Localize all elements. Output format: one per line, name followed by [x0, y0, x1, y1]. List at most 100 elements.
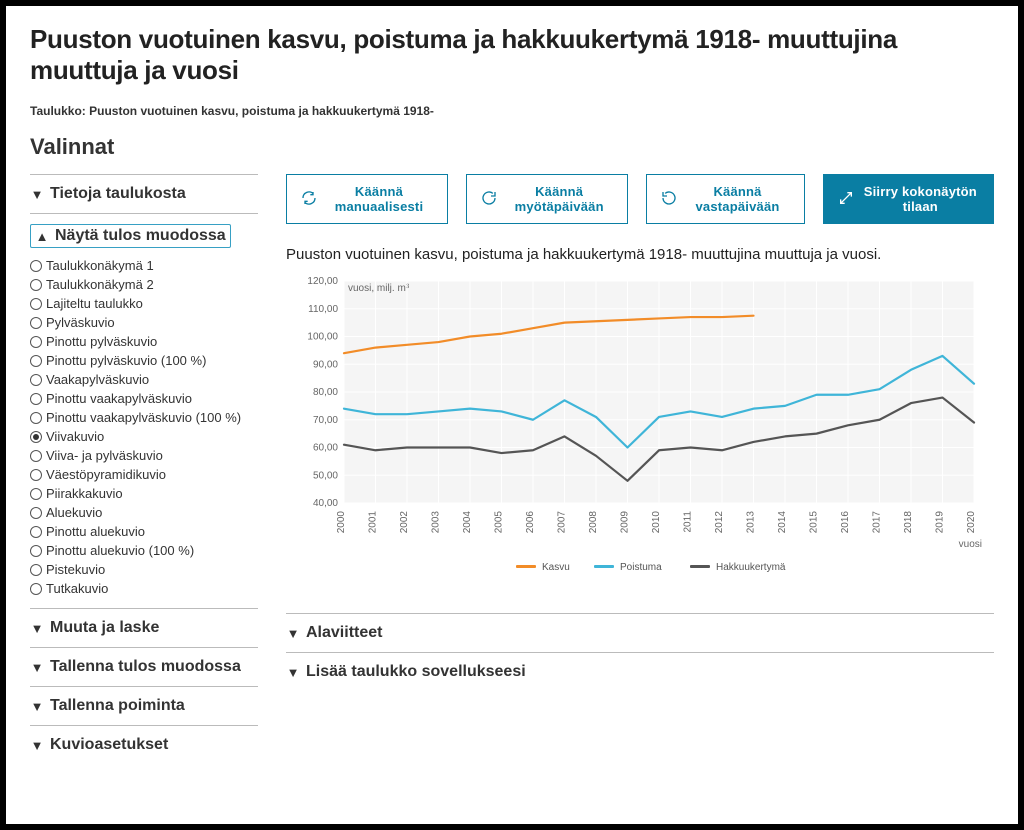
view-option[interactable]: Taulukkonäkymä 2 — [30, 275, 258, 294]
svg-text:2018: 2018 — [903, 511, 914, 534]
accordion-label: Tallenna tulos muodossa — [50, 658, 241, 676]
radio-icon — [30, 374, 42, 386]
rotate-cw-button[interactable]: Käännä myötäpäivään — [466, 174, 628, 224]
chevron-down-icon: ▼ — [30, 660, 44, 675]
radio-icon — [30, 507, 42, 519]
accordion-header[interactable]: ▲Näytä tulos muodossa — [30, 224, 231, 248]
view-option[interactable]: Pinottu pylväskuvio (100 %) — [30, 351, 258, 370]
accordion-label: Kuvioasetukset — [50, 736, 168, 754]
chart-toolbar: Käännä manuaalisesti Käännä myötäpäivään… — [286, 174, 994, 224]
accordion-header[interactable]: ▼ Kuvioasetukset — [30, 736, 258, 754]
rotate-ccw-button[interactable]: Käännä vastapäivään — [646, 174, 804, 224]
view-option[interactable]: Viiva- ja pylväskuvio — [30, 446, 258, 465]
view-option[interactable]: Tutkakuvio — [30, 579, 258, 598]
view-option-label: Taulukkonäkymä 2 — [46, 277, 154, 292]
view-option-label: Pinottu pylväskuvio (100 %) — [46, 353, 206, 368]
svg-text:2011: 2011 — [683, 511, 694, 533]
view-option-label: Lajiteltu taulukko — [46, 296, 143, 311]
radio-icon — [30, 260, 42, 272]
view-option[interactable]: Pinottu pylväskuvio — [30, 332, 258, 351]
chart-title: Puuston vuotuinen kasvu, poistuma ja hak… — [286, 246, 994, 263]
svg-text:2004: 2004 — [462, 511, 473, 534]
svg-text:70,00: 70,00 — [313, 415, 338, 426]
footnotes-toggle[interactable]: ▼ Alaviitteet — [286, 624, 994, 642]
chevron-up-icon: ▲ — [35, 229, 49, 244]
accordion-header[interactable]: ▼ Tallenna poiminta — [30, 697, 258, 715]
view-option-label: Pylväskuvio — [46, 315, 115, 330]
svg-text:2001: 2001 — [368, 511, 379, 534]
embed-toggle[interactable]: ▼ Lisää taulukko sovellukseesi — [286, 663, 994, 681]
sidebar: ▼ Tietoja taulukosta ▲Näytä tulos muodossa… — [30, 174, 258, 764]
svg-text:2016: 2016 — [840, 511, 851, 534]
view-option[interactable]: Pinottu aluekuvio — [30, 522, 258, 541]
radio-icon — [30, 393, 42, 405]
radio-icon — [30, 431, 42, 443]
chevron-down-icon: ▼ — [286, 626, 300, 641]
svg-text:120,00: 120,00 — [307, 276, 338, 287]
view-option-label: Piirakkakuvio — [46, 486, 123, 501]
svg-text:2012: 2012 — [714, 511, 725, 534]
rotate-cw-icon — [481, 190, 497, 209]
chevron-down-icon: ▼ — [30, 699, 44, 714]
accordion-header[interactable]: ▼Muuta ja laske — [30, 619, 258, 637]
view-option[interactable]: Aluekuvio — [30, 503, 258, 522]
svg-text:Hakkuukertymä: Hakkuukertymä — [716, 562, 786, 573]
radio-icon — [30, 526, 42, 538]
expand-icon — [838, 190, 854, 209]
view-option-label: Pinottu pylväskuvio — [46, 334, 157, 349]
accordion-header[interactable]: ▼ Tietoja taulukosta — [30, 185, 258, 203]
view-option[interactable]: Pinottu vaakapylväskuvio (100 %) — [30, 408, 258, 427]
accordion-label: Tallenna poiminta — [50, 697, 185, 715]
svg-text:2003: 2003 — [431, 511, 442, 534]
main-panel: Käännä manuaalisesti Käännä myötäpäivään… — [286, 174, 994, 764]
radio-icon — [30, 545, 42, 557]
view-option[interactable]: Väestöpyramidikuvio — [30, 465, 258, 484]
view-option[interactable]: Pylväskuvio — [30, 313, 258, 332]
svg-text:50,00: 50,00 — [313, 470, 338, 481]
view-option-label: Vaakapylväskuvio — [46, 372, 149, 387]
view-option[interactable]: Taulukkonäkymä 1 — [30, 256, 258, 275]
accordion-header[interactable]: ▼ Tallenna tulos muodossa — [30, 658, 258, 676]
view-option-label: Pistekuvio — [46, 562, 105, 577]
svg-text:2015: 2015 — [809, 511, 820, 534]
table-subtitle: Taulukko: Puuston vuotuinen kasvu, poist… — [30, 104, 994, 118]
chevron-down-icon: ▼ — [286, 665, 300, 680]
view-option[interactable]: Pistekuvio — [30, 560, 258, 579]
svg-text:2005: 2005 — [494, 511, 505, 534]
svg-text:2000: 2000 — [336, 511, 347, 534]
view-option-label: Viivakuvio — [46, 429, 104, 444]
svg-text:2007: 2007 — [557, 511, 568, 534]
chevron-down-icon: ▼ — [30, 738, 44, 753]
view-option[interactable]: Pinottu aluekuvio (100 %) — [30, 541, 258, 560]
radio-icon — [30, 564, 42, 576]
radio-icon — [30, 317, 42, 329]
view-option[interactable]: Pinottu vaakapylväskuvio — [30, 389, 258, 408]
radio-icon — [30, 469, 42, 481]
line-chart: 40,0050,0060,0070,0080,0090,00100,00110,… — [286, 273, 986, 583]
rotate-manual-button[interactable]: Käännä manuaalisesti — [286, 174, 448, 224]
view-option-label: Taulukkonäkymä 1 — [46, 258, 154, 273]
chevron-down-icon: ▼ — [30, 187, 44, 202]
svg-text:2017: 2017 — [872, 511, 883, 534]
view-option-label: Pinottu aluekuvio (100 %) — [46, 543, 194, 558]
view-option-label: Pinottu vaakapylväskuvio (100 %) — [46, 410, 241, 425]
svg-text:2014: 2014 — [777, 511, 788, 534]
accordion-label: Tietoja taulukosta — [50, 185, 186, 203]
svg-text:60,00: 60,00 — [313, 443, 338, 454]
view-option-label: Tutkakuvio — [46, 581, 108, 596]
view-option[interactable]: Piirakkakuvio — [30, 484, 258, 503]
page-title: Puuston vuotuinen kasvu, poistuma ja hak… — [30, 24, 994, 86]
radio-icon — [30, 450, 42, 462]
view-option[interactable]: Vaakapylväskuvio — [30, 370, 258, 389]
radio-icon — [30, 279, 42, 291]
svg-text:2006: 2006 — [525, 511, 536, 534]
svg-text:Poistuma: Poistuma — [620, 562, 662, 573]
svg-text:2008: 2008 — [588, 511, 599, 534]
view-option[interactable]: Viivakuvio — [30, 427, 258, 446]
fullscreen-button[interactable]: Siirry kokonäytön tilaan — [823, 174, 994, 224]
radio-icon — [30, 355, 42, 367]
svg-text:2009: 2009 — [620, 511, 631, 534]
view-option[interactable]: Lajiteltu taulukko — [30, 294, 258, 313]
svg-text:Kasvu: Kasvu — [542, 562, 570, 573]
radio-icon — [30, 336, 42, 348]
